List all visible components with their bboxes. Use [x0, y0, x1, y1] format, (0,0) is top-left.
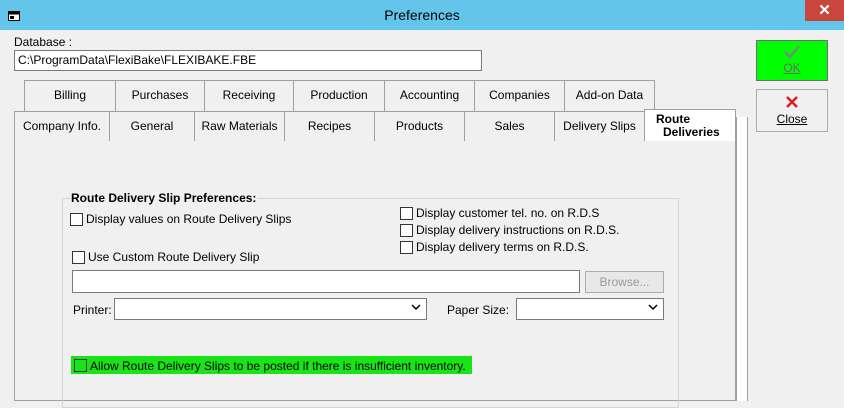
custom-slip-path-input[interactable] — [72, 270, 580, 293]
display-values-checkbox[interactable] — [70, 213, 83, 226]
tab-accounting[interactable]: Accounting — [384, 80, 475, 111]
paper-size-select[interactable] — [516, 298, 664, 320]
tab-receiving[interactable]: Receiving — [204, 80, 294, 111]
tab-recipes[interactable]: Recipes — [284, 111, 375, 141]
tab-sales[interactable]: Sales — [464, 111, 555, 141]
close-label: Close — [776, 112, 808, 126]
ok-button[interactable]: OK — [756, 40, 828, 81]
printer-label: Printer: — [73, 303, 112, 317]
database-label: Database : — [14, 35, 73, 49]
tab-raw-materials[interactable]: Raw Materials — [194, 111, 285, 141]
allow-insufficient-label: Allow Route Delivery Slips to be posted … — [90, 359, 466, 373]
ok-label: OK — [783, 61, 801, 75]
tab-add-on-data[interactable]: Add-on Data — [564, 80, 655, 111]
use-custom-label: Use Custom Route Delivery Slip — [88, 250, 260, 264]
tab-delivery-slips[interactable]: Delivery Slips — [554, 111, 645, 141]
use-custom-checkbox[interactable] — [72, 251, 85, 264]
display-tel-checkbox[interactable] — [400, 207, 413, 220]
tab-purchases[interactable]: Purchases — [115, 80, 205, 111]
tab-route-deliveries-line2: Deliveries — [663, 125, 720, 139]
red-x-icon — [757, 95, 827, 112]
tab-billing[interactable]: Billing — [24, 80, 116, 111]
display-terms-checkbox[interactable] — [400, 241, 413, 254]
allow-insufficient-checkbox[interactable] — [74, 359, 87, 372]
display-terms-label: Display delivery terms on R.D.S. — [416, 240, 589, 254]
tab-companies[interactable]: Companies — [474, 80, 565, 111]
display-instructions-checkbox[interactable] — [400, 224, 413, 237]
tab-general[interactable]: General — [109, 111, 195, 141]
window-close-button[interactable]: ✕ — [805, 0, 844, 21]
display-values-label: Display values on Route Delivery Slips — [86, 212, 292, 226]
tab-production[interactable]: Production — [293, 80, 385, 111]
printer-select[interactable] — [114, 298, 427, 320]
paper-size-label: Paper Size: — [447, 303, 510, 317]
close-button[interactable]: Close — [756, 89, 828, 132]
database-path-field[interactable]: C:\ProgramData\FlexiBake\FLEXIBAKE.FBE — [14, 50, 482, 71]
group-title: Route Delivery Slip Preferences: — [70, 191, 258, 205]
tab-route-deliveries[interactable]: Route Deliveries — [644, 109, 736, 143]
display-instructions-label: Display delivery instructions on R.D.S. — [416, 223, 620, 237]
window-title: Preferences — [384, 7, 460, 23]
chevron-down-icon — [411, 303, 421, 314]
tab-company-info[interactable]: Company Info. — [14, 111, 110, 141]
tab-products[interactable]: Products — [374, 111, 465, 141]
browse-button[interactable]: Browse... — [585, 271, 664, 293]
display-tel-label: Display customer tel. no. on R.D.S — [416, 206, 600, 220]
chevron-down-icon — [648, 303, 658, 314]
tab-panel-edge — [736, 117, 748, 401]
